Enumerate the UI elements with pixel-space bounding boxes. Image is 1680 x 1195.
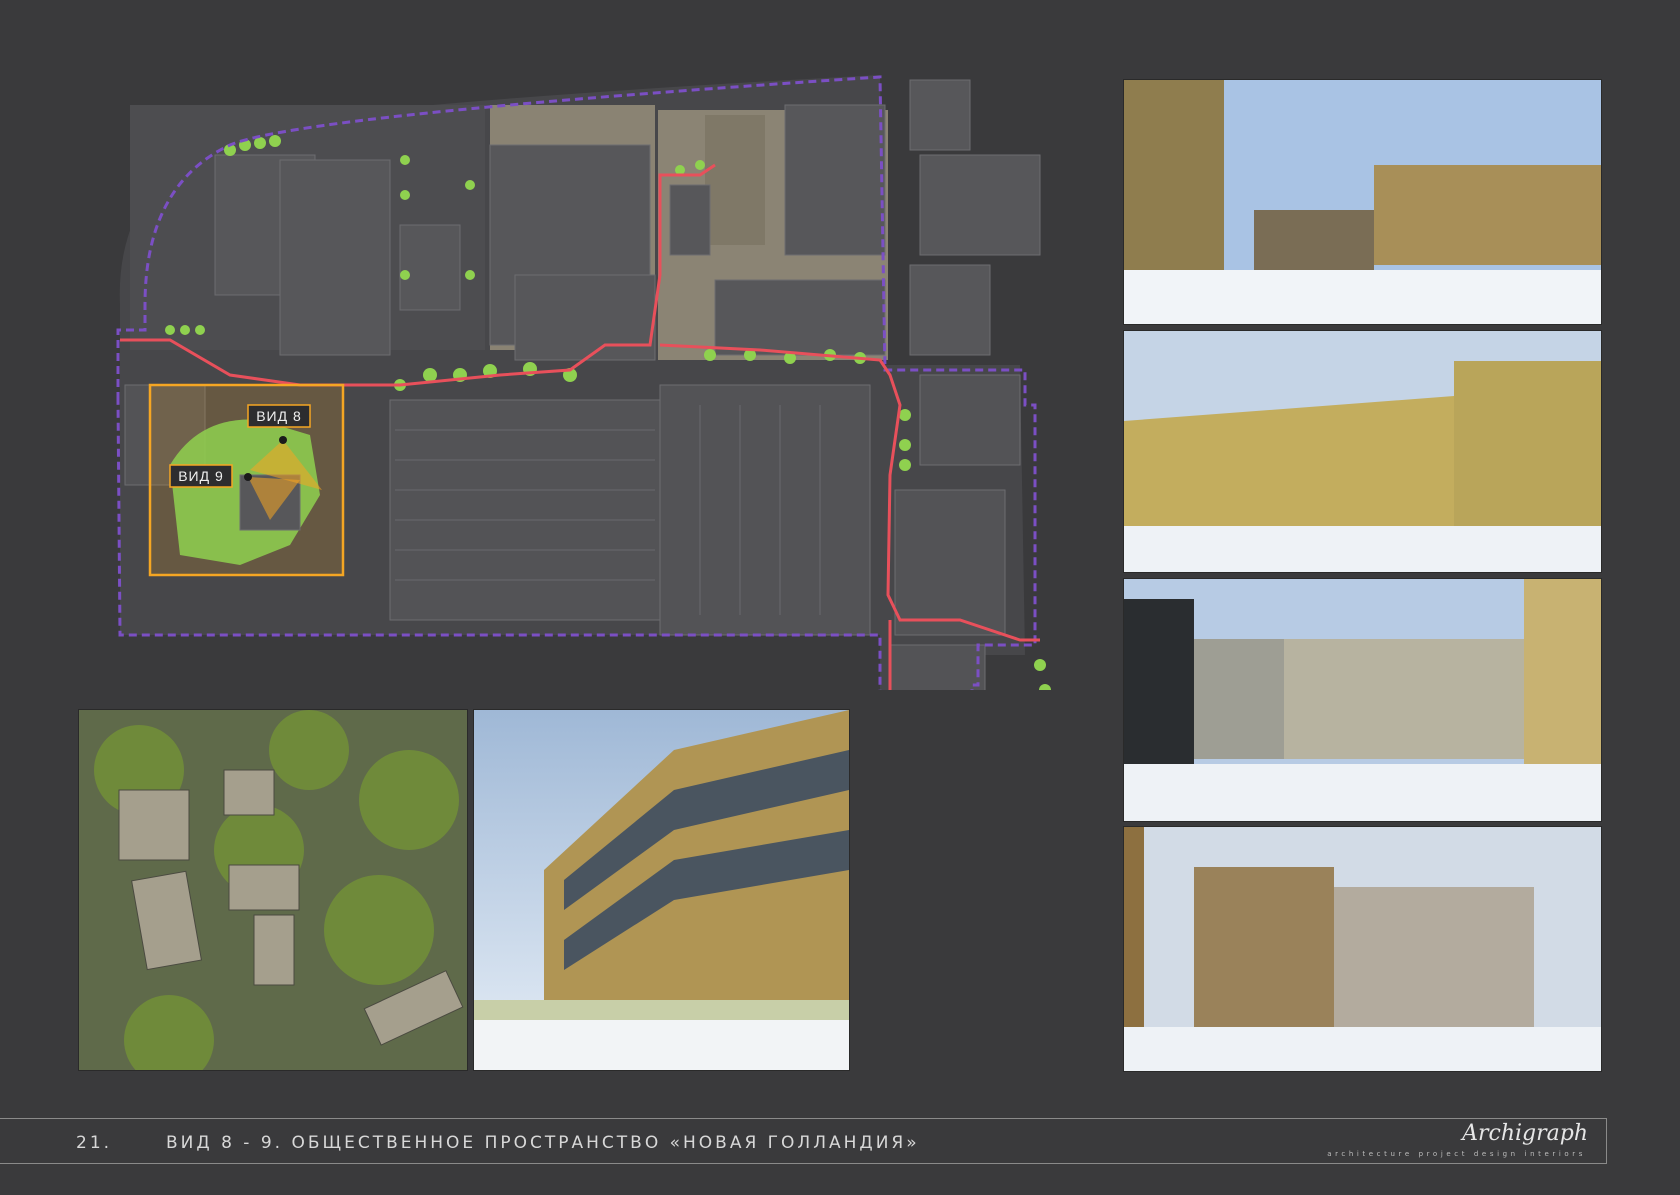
site-master-plan: ВИД 8 ВИД 9: [60, 75, 1060, 690]
page-title: ВИД 8 - 9. ОБЩЕСТВЕННОЕ ПРОСТРАНСТВО «НО…: [166, 1133, 920, 1153]
view9-label: ВИД 9: [178, 468, 224, 484]
logo-tagline: architecture project design interiors: [1327, 1150, 1586, 1158]
footer-bar: 21. ВИД 8 - 9. ОБЩЕСТВЕННОЕ ПРОСТРАНСТВО…: [0, 1118, 1607, 1164]
view-photo-1: [1124, 80, 1601, 324]
page-number: 21.: [76, 1133, 113, 1153]
view-photo-2: [1124, 331, 1601, 572]
logo-signature: Archigraph: [1462, 1121, 1588, 1146]
facade-photo: [474, 710, 849, 1070]
view-photo-4: [1124, 827, 1601, 1071]
archigraph-logo: Archigraph architecture project design i…: [1327, 1121, 1598, 1161]
aerial-photo: [79, 710, 467, 1070]
view8-label: ВИД 8: [256, 408, 302, 424]
view-photo-3: [1124, 579, 1601, 821]
